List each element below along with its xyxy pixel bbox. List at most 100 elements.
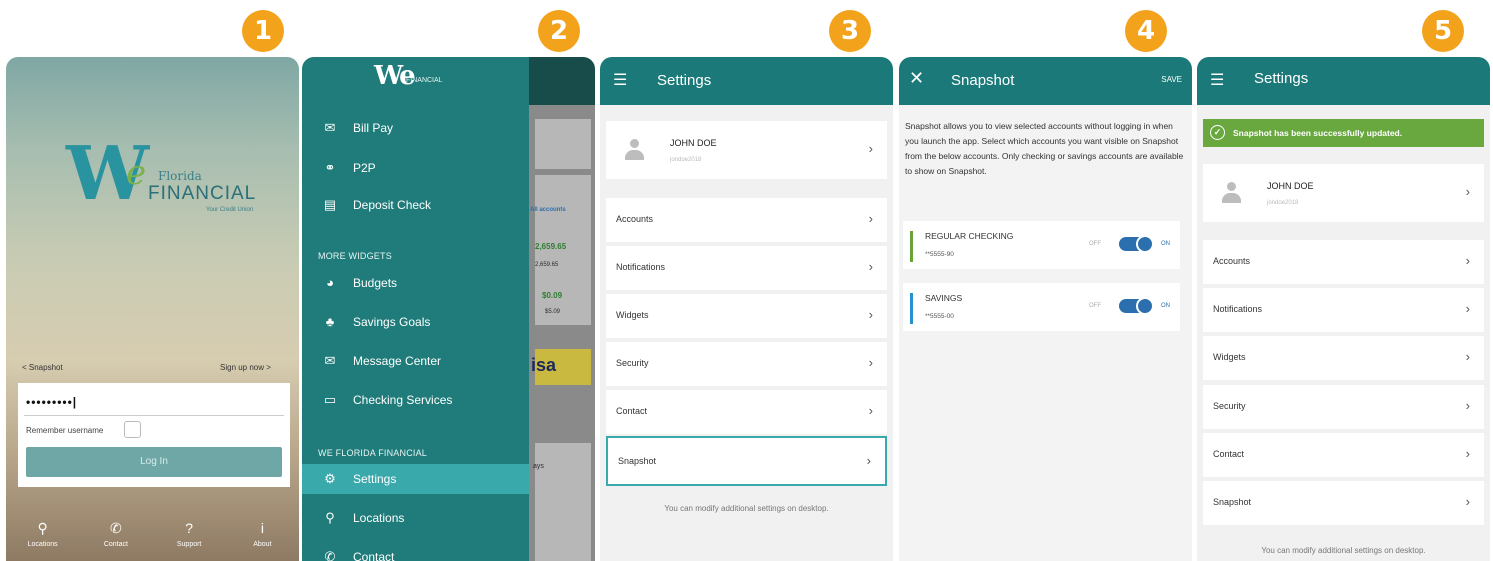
signup-link[interactable]: Sign up now >: [220, 363, 271, 372]
step-badge-4: 4: [1125, 10, 1167, 52]
chevron-right-icon: ›: [1465, 301, 1470, 316]
peek-all-accounts: All accounts: [530, 207, 566, 213]
background-card: [535, 443, 591, 561]
logo-financial: FINANCIAL: [148, 183, 257, 204]
settings-row-contact[interactable]: Contact ›: [606, 390, 887, 434]
menu-item-p2p[interactable]: ⚭ P2P: [302, 153, 529, 183]
snapshot-link[interactable]: < Snapshot: [22, 363, 63, 372]
hamburger-menu-icon[interactable]: ☰: [613, 70, 627, 90]
drawer-logo-sub: FINANCIAL: [406, 77, 443, 84]
logo-e-letter: e: [126, 153, 147, 193]
toggle-off-label: OFF: [1089, 241, 1101, 247]
login-button[interactable]: Log In: [26, 447, 282, 477]
settings-row-label: Notifications: [1213, 304, 1263, 314]
location-pin-icon: ⚲: [37, 520, 48, 536]
menu-item-label: Bill Pay: [353, 121, 394, 135]
settings-row-widgets[interactable]: Widgets ›: [606, 294, 887, 338]
settings-row-notifications[interactable]: Notifications ›: [606, 246, 887, 290]
menu-item-bill-pay[interactable]: ✉ Bill Pay: [302, 113, 529, 143]
account-color-bar: [910, 231, 913, 262]
hamburger-menu-icon[interactable]: ☰: [1210, 70, 1224, 90]
settings-row-label: Snapshot: [618, 456, 657, 466]
avatar-icon: [624, 139, 644, 161]
settings-screen: ☰ Settings JOHN DOE jondoe2018 › Account…: [600, 57, 893, 561]
checking-services-icon: ▭: [323, 392, 337, 407]
nav-locations[interactable]: ⚲ Locations: [13, 511, 73, 561]
settings-row-contact[interactable]: Contact ›: [1203, 433, 1484, 477]
chevron-right-icon: ›: [1465, 446, 1470, 461]
success-message: Snapshot has been successfully updated.: [1233, 128, 1403, 138]
peek-amount-sub: $5.09: [545, 309, 561, 315]
settings-row-label: Contact: [616, 406, 648, 416]
app-bar: ✕ Snapshot SAVE: [899, 57, 1192, 105]
settings-row-security[interactable]: Security ›: [1203, 385, 1484, 429]
nav-support[interactable]: ? Support: [159, 511, 219, 561]
nav-label: Locations: [27, 541, 58, 548]
save-button[interactable]: SAVE: [1161, 75, 1182, 84]
snapshot-toggle[interactable]: [1119, 297, 1154, 315]
piggy-bank-icon: ♣: [325, 314, 335, 329]
menu-item-contact[interactable]: ✆ Contact: [302, 542, 529, 561]
peek-visa: isa: [531, 355, 557, 375]
chevron-right-icon: ›: [868, 355, 873, 370]
toggle-on-label: ON: [1161, 303, 1170, 309]
toggle-knob: [1136, 235, 1154, 253]
settings-row-snapshot[interactable]: Snapshot ›: [1203, 481, 1484, 525]
account-row-savings: SAVINGS **5555-00 OFF ON: [903, 283, 1180, 331]
login-form: •••••••••| Remember username Log In: [18, 383, 290, 487]
menu-item-label: Checking Services: [353, 393, 453, 407]
account-row-checking: REGULAR CHECKING **5555-90 OFF ON: [903, 221, 1180, 269]
settings-row-widgets[interactable]: Widgets ›: [1203, 336, 1484, 380]
gear-icon: ⚙: [324, 471, 336, 486]
snapshot-description: Snapshot allows you to view selected acc…: [905, 121, 1184, 176]
snapshot-screen: ✕ Snapshot SAVE Snapshot allows you to v…: [899, 57, 1192, 561]
close-icon[interactable]: ✕: [909, 68, 924, 89]
settings-row-accounts[interactable]: Accounts ›: [606, 198, 887, 242]
profile-card[interactable]: JOHN DOE jondoe2018 ›: [606, 121, 887, 179]
step-badge-2: 2: [538, 10, 580, 52]
nav-contact[interactable]: ✆ Contact: [86, 511, 146, 561]
profile-card[interactable]: JOHN DOE jondoe2018 ›: [1203, 164, 1484, 222]
menu-item-locations[interactable]: ⚲ Locations: [302, 503, 529, 533]
check-circle-icon: ✓: [1210, 125, 1225, 140]
settings-row-security[interactable]: Security ›: [606, 342, 887, 386]
success-banner: ✓ Snapshot has been successfully updated…: [1203, 119, 1484, 147]
menu-item-label: Locations: [353, 511, 405, 525]
password-underline: [24, 415, 284, 416]
account-name: SAVINGS: [925, 293, 963, 303]
drawer-logo: We: [374, 61, 416, 91]
menu-item-savings-goals[interactable]: ♣ Savings Goals: [302, 307, 529, 337]
menu-screen: All accounts 2,659.65 2,659.65 $0.09 $5.…: [302, 57, 595, 561]
menu-item-checking-services[interactable]: ▭ Checking Services: [302, 385, 529, 415]
password-field[interactable]: •••••••••|: [26, 395, 77, 409]
settings-row-label: Widgets: [616, 310, 649, 320]
chevron-right-icon: ›: [1465, 253, 1470, 268]
menu-item-budgets[interactable]: ◕ Budgets: [302, 268, 529, 298]
menu-item-settings[interactable]: ⚙ Settings: [302, 464, 529, 494]
settings-row-accounts[interactable]: Accounts ›: [1203, 240, 1484, 284]
desktop-note: You can modify additional settings on de…: [664, 504, 829, 513]
settings-updated-screen: ☰ Settings ✓ Snapshot has been successfu…: [1197, 57, 1490, 561]
nav-about[interactable]: i About: [232, 511, 292, 561]
remember-username-checkbox[interactable]: [124, 421, 141, 438]
menu-item-label: Message Center: [353, 354, 442, 368]
page-title: Snapshot: [951, 72, 1015, 89]
bottom-nav: ⚲ Locations ✆ Contact ? Support i About: [6, 511, 299, 561]
toggle-knob: [1136, 297, 1154, 315]
menu-item-deposit-check[interactable]: ▤ Deposit Check: [302, 190, 529, 220]
logo-florida: Florida: [158, 169, 202, 183]
menu-item-label: Savings Goals: [353, 315, 431, 329]
account-color-bar: [910, 293, 913, 324]
peek-days: ays: [533, 463, 544, 470]
menu-item-message-center[interactable]: ✉ Message Center: [302, 346, 529, 376]
menu-item-label: Budgets: [353, 276, 398, 290]
peek-amount: 2,659.65: [535, 242, 567, 251]
logo-tagline: Your Credit Union: [206, 207, 254, 213]
snapshot-toggle[interactable]: [1119, 235, 1154, 253]
settings-row-snapshot[interactable]: Snapshot ›: [606, 436, 887, 486]
nav-label: About: [253, 541, 272, 548]
toggle-on-label: ON: [1161, 241, 1170, 247]
settings-row-notifications[interactable]: Notifications ›: [1203, 288, 1484, 332]
user-name: JOHN DOE: [670, 138, 717, 148]
login-screen: W e Florida FINANCIAL Your Credit Union …: [6, 57, 299, 561]
